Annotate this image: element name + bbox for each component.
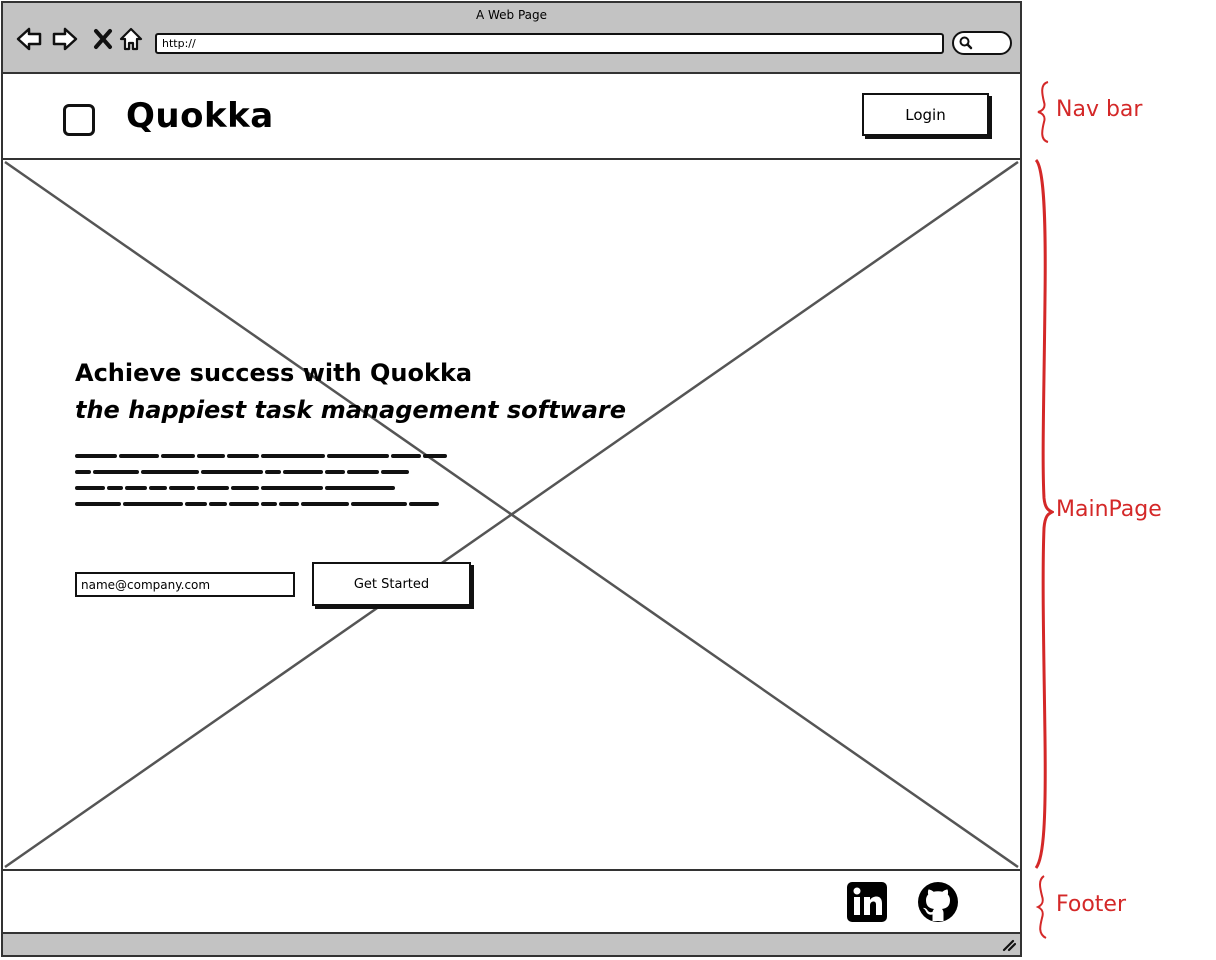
browser-status-bar: [3, 932, 1020, 955]
footer-brace: [1035, 875, 1047, 939]
footer-annotation: Footer: [1056, 892, 1126, 917]
nav-bar-annotation: Nav bar: [1056, 97, 1143, 122]
github-icon[interactable]: [917, 881, 959, 923]
footer: [3, 869, 1020, 932]
hero-subheadline: the happiest task management software: [75, 396, 627, 424]
main-page: Achieve success with Quokka the happiest…: [3, 160, 1020, 869]
hero-headline: Achieve success with Quokka: [75, 359, 473, 387]
nav-bar-brace: [1037, 81, 1049, 143]
back-arrow-icon[interactable]: [15, 25, 43, 53]
address-bar[interactable]: http://: [155, 33, 944, 54]
forward-arrow-icon[interactable]: [51, 25, 79, 53]
brand-name: Quokka: [126, 96, 274, 136]
search-icon: [959, 36, 973, 50]
linkedin-icon[interactable]: [846, 881, 888, 923]
email-input[interactable]: [75, 572, 295, 597]
image-placeholder: [4, 160, 1019, 869]
browser-search-field[interactable]: [952, 31, 1012, 55]
get-started-button[interactable]: Get Started: [312, 562, 471, 606]
window-title: A Web Page: [475, 8, 548, 22]
stop-icon[interactable]: [89, 25, 117, 53]
logo-placeholder-icon: [63, 104, 95, 136]
placeholder-paragraph: [75, 454, 447, 506]
login-button[interactable]: Login: [862, 93, 989, 136]
browser-window: A Web Page http:// Quokka Login Achieve …: [1, 1, 1022, 957]
main-page-brace: [1034, 158, 1054, 869]
resize-grip-icon[interactable]: [1002, 938, 1016, 952]
home-icon[interactable]: [117, 25, 145, 53]
main-page-annotation: MainPage: [1056, 497, 1162, 522]
nav-bar: Quokka Login: [3, 74, 1020, 160]
browser-chrome: A Web Page http://: [3, 3, 1020, 74]
